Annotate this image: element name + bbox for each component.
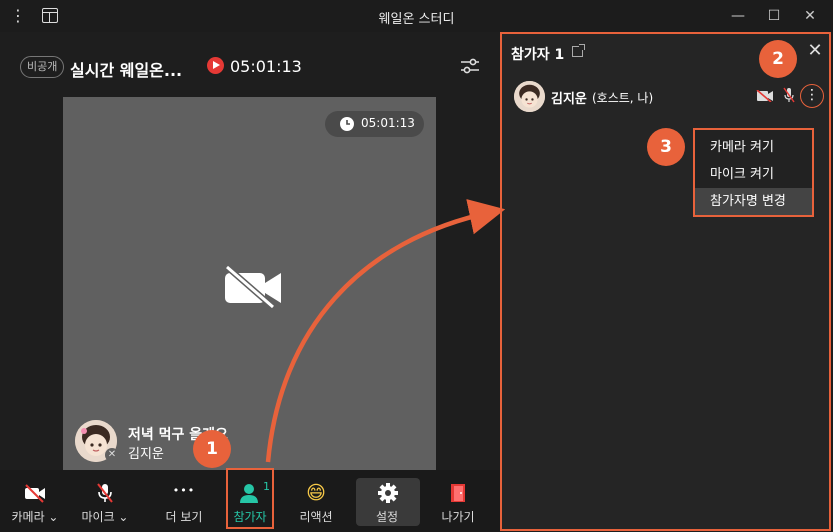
participants-panel [500, 32, 831, 531]
clock-icon [340, 117, 354, 131]
exit-door-icon [451, 484, 465, 502]
video-tile: 05:01:13 ✕ 저녁 먹구 올게요 김지운 [63, 97, 436, 477]
more-dots-icon: ••• [172, 484, 196, 497]
window-title: 웨일온 스터디 [378, 12, 455, 27]
camera-button[interactable]: 카메라 ⌄ [4, 478, 66, 526]
step-1-highlight [226, 468, 274, 529]
reaction-button[interactable]: 😄 리액션 [285, 478, 347, 526]
settings-label: 설정 [375, 510, 399, 524]
more-button[interactable]: ••• 더 보기 [153, 478, 215, 526]
popout-icon[interactable] [572, 44, 585, 57]
tile-clock-time: 05:01:13 [361, 116, 415, 130]
app-window: ⋮ 웨일온 스터디 — ☐ ✕ 비공개 실시간 웨일온... 05:01:13 … [0, 0, 833, 532]
maximize-button[interactable]: ☐ [762, 4, 786, 28]
participant-mic-off-icon [783, 87, 795, 103]
close-window-button[interactable]: ✕ [798, 4, 822, 28]
participant-camera-off-icon [756, 90, 773, 102]
tile-clock-badge: 05:01:13 [325, 111, 424, 137]
room-title: 실시간 웨일온... [70, 61, 183, 80]
participant-avatar-small [514, 81, 545, 112]
camera-off-icon [225, 265, 281, 309]
participant-more-button[interactable]: ⋮ [800, 84, 824, 108]
camera-off-icon [25, 484, 45, 503]
mic-off-icon [97, 483, 113, 503]
mic-button[interactable]: 마이크 ⌄ [74, 478, 136, 526]
leave-button[interactable]: 나가기 [427, 478, 489, 526]
minimize-button[interactable]: — [726, 4, 750, 28]
step-3-badge: 3 [647, 128, 685, 166]
reaction-label: 리액션 [299, 510, 333, 524]
participant-name: 김지운 [551, 92, 587, 107]
tile-participant-name: 김지운 [128, 447, 164, 462]
step-2-badge: 2 [759, 40, 797, 78]
gear-icon [378, 483, 398, 503]
step-1-badge: 1 [193, 430, 231, 468]
menu-item-mic-on[interactable]: 마이크 켜기 [695, 161, 812, 188]
elapsed-time: 05:01:13 [230, 57, 302, 76]
participant-context-menu: 카메라 켜기 마이크 켜기 참가자명 변경 [693, 128, 814, 217]
mic-label: 마이크 ⌄ [81, 510, 129, 524]
participant-role: (호스트, 나) [592, 91, 654, 105]
camera-label: 카메라 ⌄ [11, 510, 59, 524]
title-bar: ⋮ 웨일온 스터디 — ☐ ✕ [0, 0, 833, 32]
more-label: 더 보기 [165, 510, 203, 524]
panel-title: 참가자 1 [511, 47, 565, 63]
menu-item-rename[interactable]: 참가자명 변경 [695, 188, 812, 215]
settings-button[interactable]: 설정 [356, 478, 420, 526]
leave-label: 나가기 [441, 510, 475, 524]
panel-close-button[interactable]: ✕ [805, 41, 825, 61]
live-record-icon [207, 57, 224, 74]
layout-settings-icon[interactable] [459, 56, 481, 76]
menu-item-camera-on[interactable]: 카메라 켜기 [695, 134, 812, 161]
smile-emoji-icon: 😄 [306, 482, 326, 504]
mic-muted-icon: ✕ [105, 448, 119, 462]
visibility-badge: 비공개 [20, 56, 65, 78]
